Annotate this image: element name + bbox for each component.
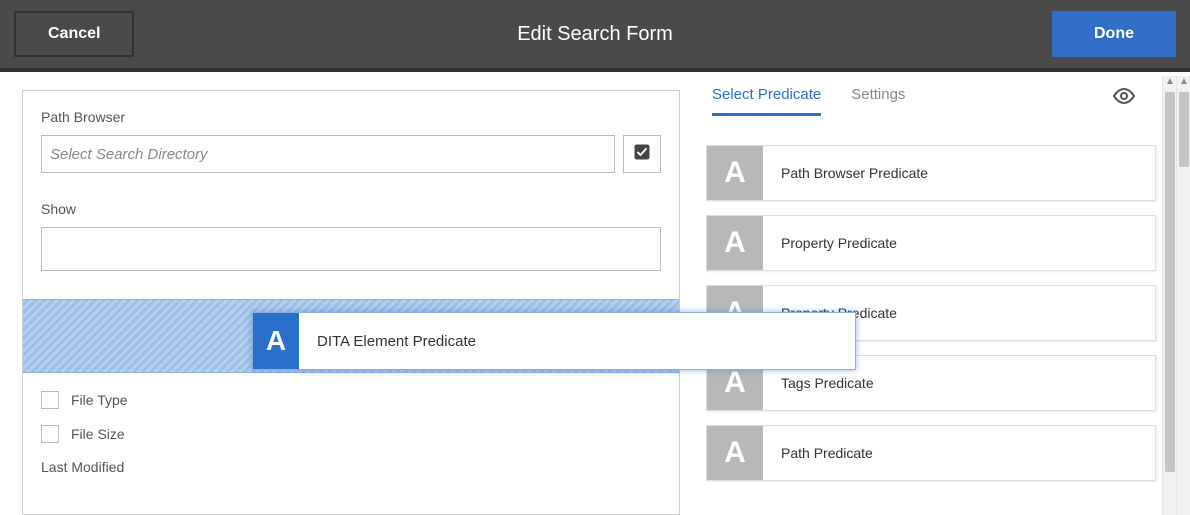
file-type-label: File Type: [71, 392, 128, 408]
text-icon: A: [253, 313, 299, 369]
show-label: Show: [41, 201, 661, 217]
text-icon: A: [707, 216, 763, 270]
path-browser-input[interactable]: [41, 135, 615, 173]
cancel-button[interactable]: Cancel: [14, 11, 134, 57]
eye-icon: [1112, 95, 1136, 112]
predicate-item-label: Property Predicate: [763, 216, 1155, 270]
scrollbar-thumb[interactable]: [1179, 92, 1189, 167]
done-button[interactable]: Done: [1052, 11, 1176, 57]
path-browser-group: Path Browser: [41, 109, 661, 173]
outer-scrollbar[interactable]: ▲: [1176, 76, 1190, 515]
file-size-label: File Size: [71, 426, 125, 442]
text-icon: A: [707, 426, 763, 480]
chevron-up-icon[interactable]: ▲: [1165, 76, 1175, 87]
chevron-up-icon[interactable]: ▲: [1179, 76, 1189, 87]
tab-settings[interactable]: Settings: [851, 86, 905, 116]
file-type-row: File Type: [41, 391, 661, 409]
file-size-checkbox[interactable]: [41, 425, 59, 443]
predicate-item-path[interactable]: A Path Predicate: [706, 425, 1156, 481]
file-type-checkbox[interactable]: [41, 391, 59, 409]
preview-eye-button[interactable]: [1112, 84, 1136, 113]
tabs: Select Predicate Settings: [706, 86, 1156, 117]
tab-select-predicate[interactable]: Select Predicate: [712, 86, 821, 116]
inner-scrollbar[interactable]: ▲: [1162, 76, 1176, 515]
dragging-predicate-label: DITA Element Predicate: [299, 313, 855, 369]
scrollbars: ▲ ▲: [1162, 76, 1190, 515]
dragging-predicate-tile[interactable]: A DITA Element Predicate: [252, 312, 856, 370]
form-panel: Path Browser Show File Type File Size: [22, 90, 680, 515]
predicate-item-label: Path Browser Predicate: [763, 146, 1155, 200]
show-group: Show: [41, 201, 661, 271]
path-browser-label: Path Browser: [41, 109, 661, 125]
scrollbar-thumb[interactable]: [1165, 92, 1175, 472]
page-title: Edit Search Form: [517, 23, 673, 46]
text-icon: A: [707, 146, 763, 200]
file-size-row: File Size: [41, 425, 661, 443]
show-input[interactable]: [41, 227, 661, 271]
check-icon: [633, 143, 651, 166]
predicate-item-path-browser[interactable]: A Path Browser Predicate: [706, 145, 1156, 201]
path-browser-confirm-button[interactable]: [623, 135, 661, 173]
header-bar: Cancel Edit Search Form Done: [0, 0, 1190, 72]
predicate-item-property-1[interactable]: A Property Predicate: [706, 215, 1156, 271]
right-panel: Select Predicate Settings A Path Browser…: [706, 86, 1156, 515]
last-modified-label: Last Modified: [41, 459, 661, 475]
predicate-item-label: Path Predicate: [763, 426, 1155, 480]
